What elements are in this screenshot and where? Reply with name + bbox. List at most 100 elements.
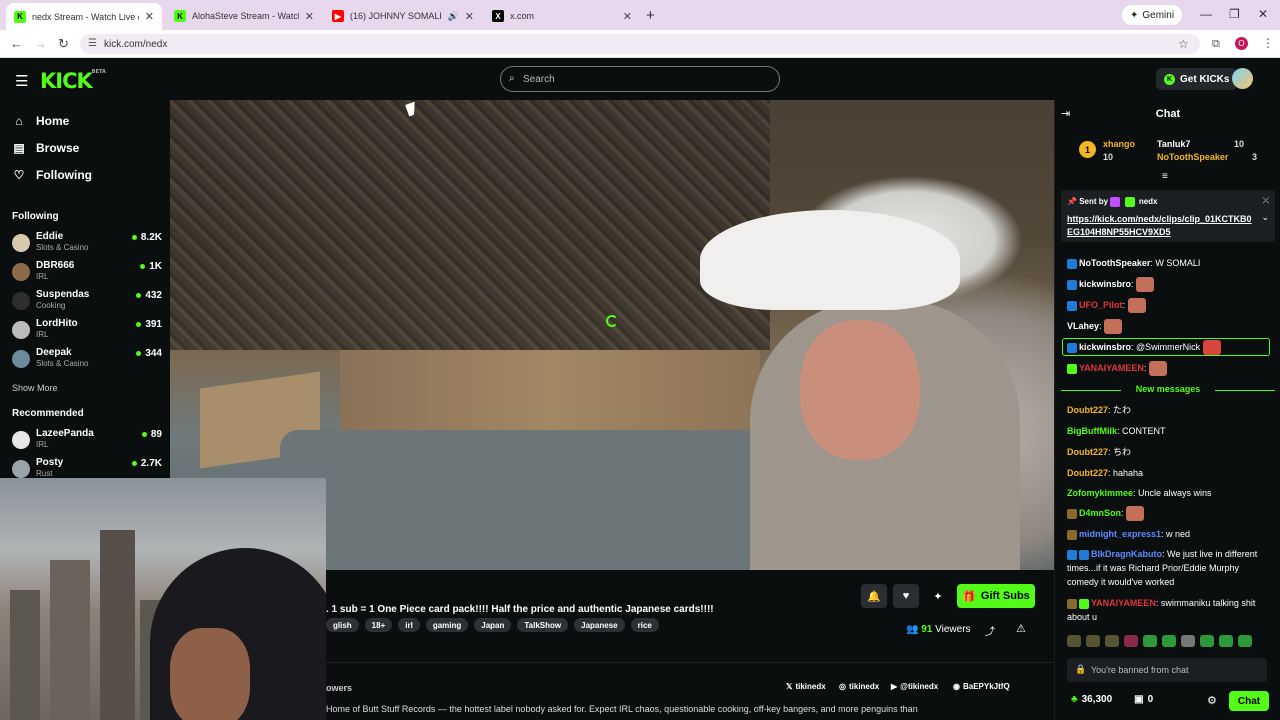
chat-username[interactable]: kickwinsbro: [1079, 279, 1131, 289]
report-icon[interactable]: ⚠: [1016, 622, 1026, 635]
tag[interactable]: 18+: [364, 618, 393, 632]
emote[interactable]: [1219, 635, 1233, 647]
gemini-button[interactable]: ✦ Gemini: [1122, 5, 1183, 25]
minimize-icon[interactable]: —: [1200, 7, 1212, 21]
gear-icon[interactable]: ⚙: [1207, 694, 1217, 707]
send-chat-button[interactable]: Chat: [1229, 691, 1269, 711]
chat-input[interactable]: 🔒 You're banned from chat: [1067, 658, 1267, 682]
notification-bell-button[interactable]: 🔔: [861, 584, 887, 608]
site-info-icon[interactable]: ☰: [88, 38, 97, 49]
chat-username[interactable]: kickwinsbro: [1079, 342, 1131, 352]
search-input[interactable]: ⌕ Search: [500, 66, 780, 92]
lock-icon: 🔒: [1075, 664, 1087, 674]
tab-x[interactable]: X x.com ✕: [484, 4, 640, 28]
menu-kebab-icon[interactable]: ⋮: [1262, 36, 1274, 50]
emote[interactable]: [1162, 635, 1176, 647]
channel-item[interactable]: LazeePanda IRL 89: [12, 428, 162, 454]
url-field[interactable]: ☰ kick.com/nedx: [80, 34, 1200, 54]
forward-icon[interactable]: →: [34, 36, 47, 51]
social-link[interactable]: 𝕏tikinedx: [786, 682, 826, 691]
chat-username[interactable]: YANAIYAMEEN: [1079, 363, 1144, 373]
pinned-link[interactable]: https://kick.com/nedx/clips/clip_01KCTKB…: [1067, 213, 1253, 239]
channel-item[interactable]: DBR666 IRL 1K: [12, 260, 162, 286]
social-link[interactable]: ▶ @tikinedx: [891, 682, 938, 691]
get-kicks-button[interactable]: K Get KICKs: [1156, 68, 1238, 90]
chat-username[interactable]: UFO_Pilot: [1079, 300, 1123, 310]
channel-item[interactable]: LordHito IRL 391: [12, 318, 162, 344]
emote[interactable]: [1086, 635, 1100, 647]
chat-text: : CONTENT: [1117, 426, 1166, 436]
emote[interactable]: [1238, 635, 1252, 647]
chat-username[interactable]: Doubt227: [1067, 468, 1108, 478]
avatar: [12, 321, 30, 339]
extensions-icon[interactable]: ⧉: [1212, 38, 1220, 51]
building: [10, 590, 40, 720]
chat-username[interactable]: VLahey: [1067, 321, 1099, 331]
close-icon[interactable]: ✕: [145, 10, 154, 23]
channel-item[interactable]: Deepak Slots & Casino 344: [12, 347, 162, 373]
follow-button[interactable]: ♥: [893, 584, 919, 608]
show-more-link[interactable]: Show More: [12, 383, 58, 393]
sparkle-button[interactable]: ✦: [925, 584, 951, 608]
chat-username[interactable]: NoToothSpeaker: [1079, 258, 1150, 268]
chat-username[interactable]: Doubt227: [1067, 405, 1108, 415]
channel-item[interactable]: Suspendas Cooking 432: [12, 289, 162, 315]
leader-name: Tanluk7: [1157, 139, 1191, 149]
tag[interactable]: irl: [398, 618, 420, 632]
social-link[interactable]: ◉ BaEPYkJtfQ: [953, 682, 1010, 691]
emote[interactable]: [1124, 635, 1138, 647]
tab-youtube[interactable]: ▶ (16) JOHNNY SOMALI LIVE 🔊 ✕: [324, 4, 482, 28]
video-cowboy-hat: [700, 210, 960, 310]
tag[interactable]: TalkShow: [517, 618, 569, 632]
nav-browse[interactable]: ▤ Browse: [12, 141, 79, 155]
nav-following[interactable]: ♡ Following: [12, 168, 92, 182]
kick-logo[interactable]: KICKBETA: [40, 69, 106, 93]
gift-count[interactable]: 0: [1148, 694, 1154, 705]
profile-avatar[interactable]: O: [1235, 37, 1248, 50]
unpin-icon[interactable]: ⤫: [1263, 196, 1269, 206]
badge-icon: [1067, 508, 1077, 519]
chat-username[interactable]: YANAIYAMEEN: [1091, 598, 1156, 608]
chat-username[interactable]: BigBuffMilk: [1067, 426, 1117, 436]
back-icon[interactable]: ←: [10, 36, 23, 51]
emote[interactable]: [1181, 635, 1195, 647]
chat-username[interactable]: Doubt227: [1067, 447, 1108, 457]
tag[interactable]: rice: [630, 618, 659, 632]
reload-icon[interactable]: ↻: [58, 36, 69, 52]
channel-name: Suspendas: [36, 289, 90, 300]
channel-name: LordHito: [36, 318, 78, 329]
chevron-down-icon[interactable]: ⌄: [1261, 212, 1269, 223]
tab-nedx[interactable]: K nedx Stream - Watch Live on Ki ✕: [6, 3, 162, 30]
emote[interactable]: [1200, 635, 1214, 647]
tab-alohasteve[interactable]: K AlohaSteve Stream - Watch Live ✕: [166, 4, 322, 28]
user-avatar[interactable]: [1232, 68, 1253, 89]
emote[interactable]: [1143, 635, 1157, 647]
bookmark-star-icon[interactable]: ☆: [1178, 37, 1189, 51]
maximize-icon[interactable]: ❐: [1229, 7, 1240, 21]
new-tab-icon[interactable]: +: [646, 7, 655, 24]
tag[interactable]: gaming: [425, 618, 469, 632]
gift-subs-button[interactable]: 🎁 Gift Subs: [957, 584, 1035, 608]
tag[interactable]: Japan: [474, 618, 512, 632]
chat-username[interactable]: Zofomykimmee: [1067, 488, 1133, 498]
emote[interactable]: [1105, 635, 1119, 647]
nav-home[interactable]: ⌂ Home: [12, 114, 69, 128]
close-icon[interactable]: ✕: [305, 10, 314, 23]
channel-item[interactable]: Eddie Slots & Casino 8.2K: [12, 231, 162, 257]
tag[interactable]: glish: [326, 618, 359, 632]
kicks-balance[interactable]: 36,300: [1082, 694, 1113, 705]
speaker-icon[interactable]: 🔊: [448, 11, 459, 22]
hamburger-menu-icon[interactable]: ☰: [15, 72, 28, 90]
chat-username[interactable]: BlkDragnKabuto: [1091, 549, 1162, 559]
close-icon[interactable]: ✕: [465, 10, 474, 23]
new-messages-divider[interactable]: New messages: [1061, 384, 1275, 394]
tag[interactable]: Japanese: [574, 618, 625, 632]
close-icon[interactable]: ✕: [623, 10, 632, 23]
chat-username[interactable]: D4mnSon: [1079, 508, 1121, 518]
social-link[interactable]: ◎ tikinedx: [839, 682, 879, 691]
window-close-icon[interactable]: ✕: [1258, 7, 1268, 21]
emote[interactable]: [1067, 635, 1081, 647]
chat-username[interactable]: midnight_express1: [1079, 529, 1161, 539]
share-icon[interactable]: ⤴: [985, 623, 995, 638]
expand-leaderboard-icon[interactable]: ≡: [1162, 171, 1168, 182]
